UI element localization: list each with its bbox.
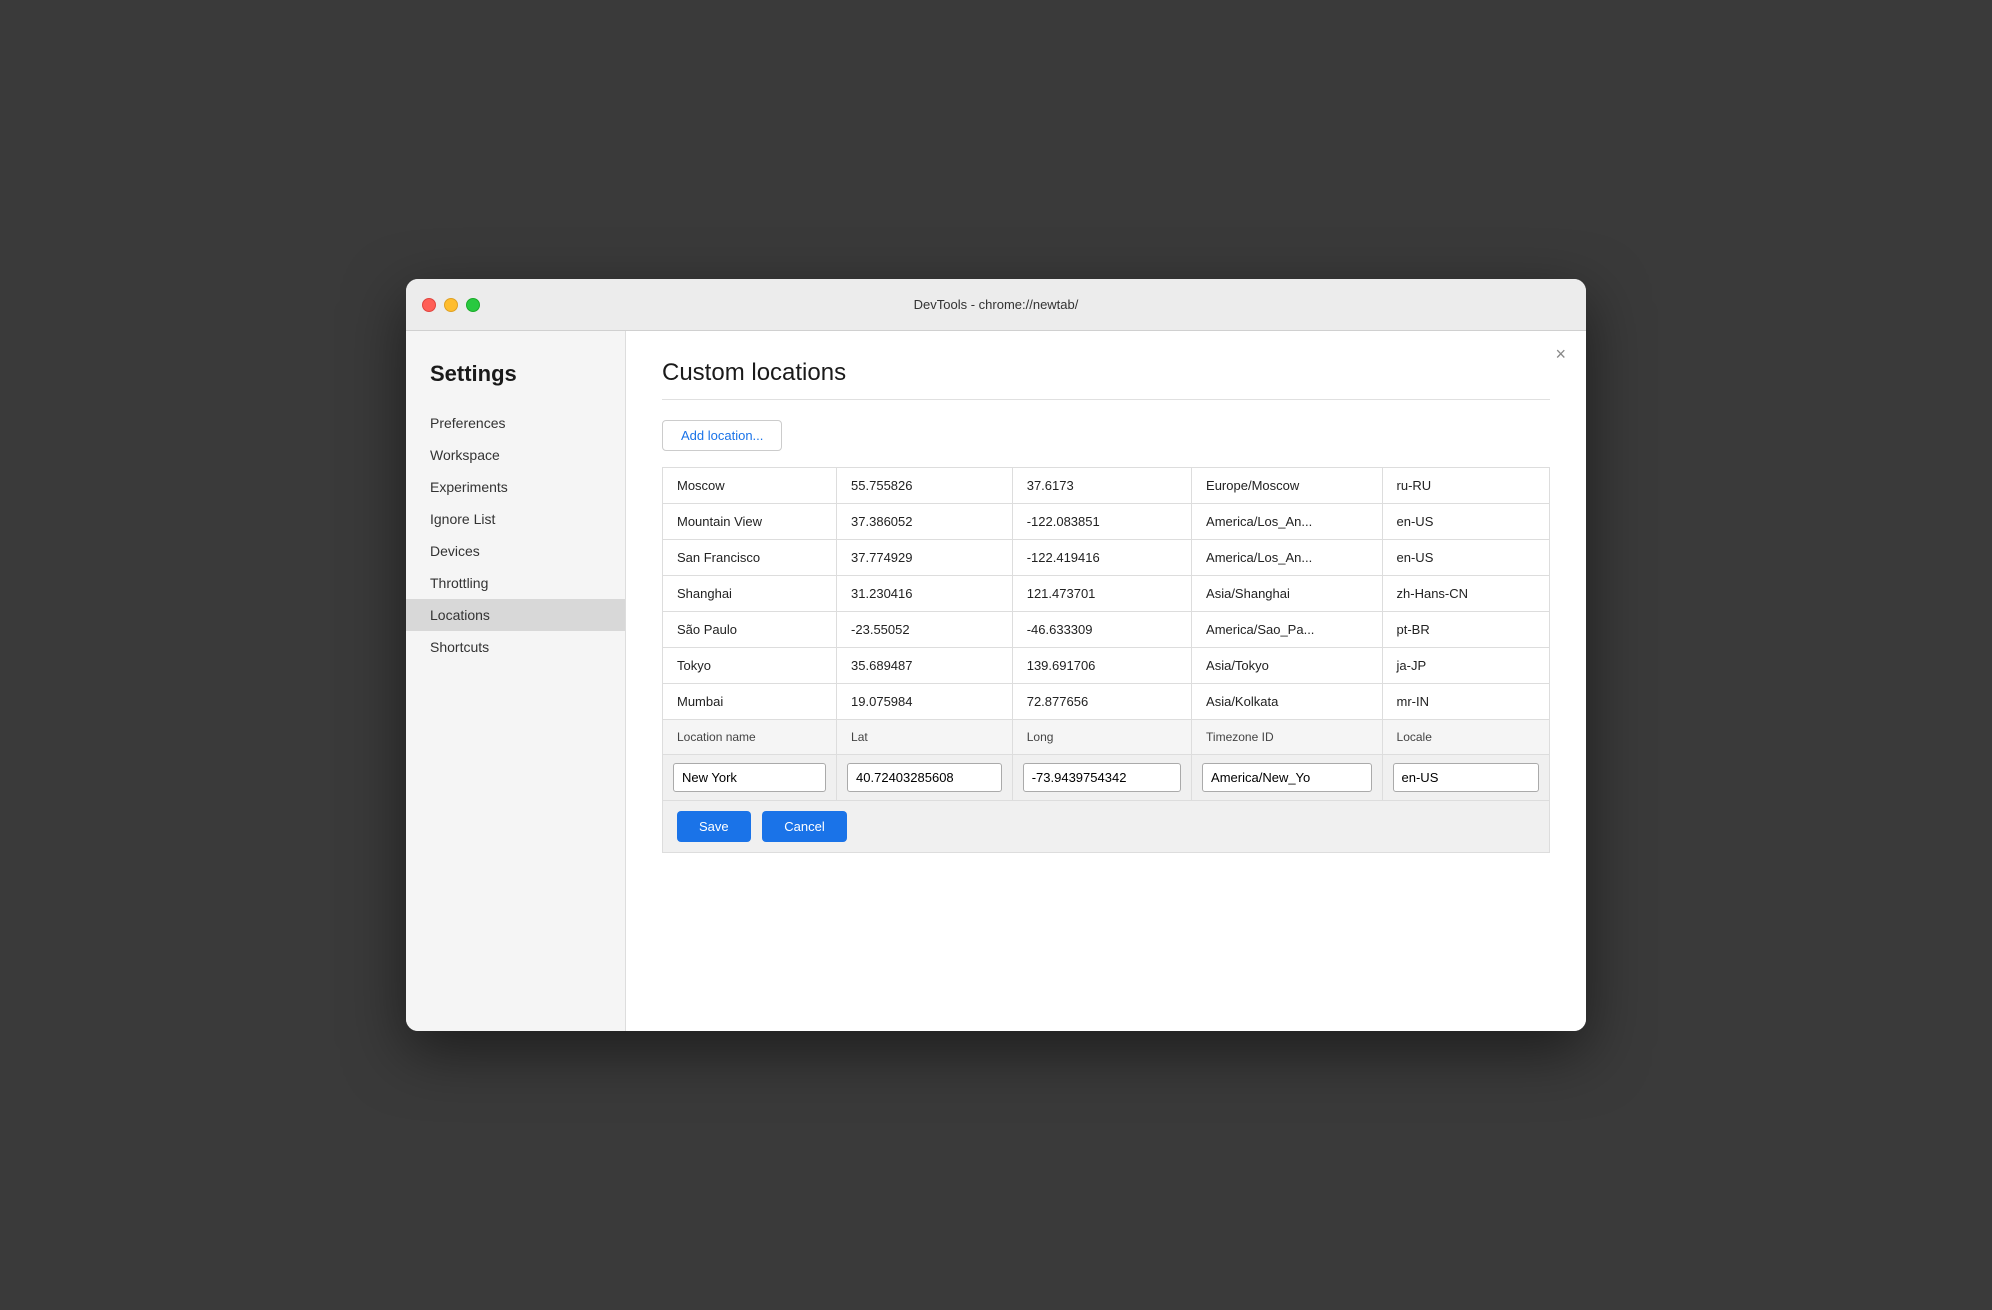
location-timezone: America/Los_An... (1192, 540, 1382, 576)
sidebar-item-locations[interactable]: Locations (406, 599, 625, 631)
save-button[interactable]: Save (677, 811, 751, 842)
divider (662, 399, 1550, 400)
location-timezone: America/Los_An... (1192, 504, 1382, 540)
location-timezone: Asia/Tokyo (1192, 648, 1382, 684)
cancel-button[interactable]: Cancel (762, 811, 846, 842)
location-long: 139.691706 (1012, 648, 1191, 684)
location-locale-cell (1382, 755, 1549, 801)
sidebar-item-preferences[interactable]: Preferences (406, 407, 625, 439)
location-name: Mountain View (663, 504, 837, 540)
table-row: São Paulo -23.55052 -46.633309 America/S… (663, 612, 1550, 648)
sidebar-item-throttling[interactable]: Throttling (406, 567, 625, 599)
form-header-row: Location name Lat Long Timezone ID Local… (663, 720, 1550, 755)
close-button[interactable]: × (1555, 345, 1566, 363)
minimize-traffic-light[interactable] (444, 298, 458, 312)
location-long: -122.083851 (1012, 504, 1191, 540)
location-lat: 31.230416 (837, 576, 1013, 612)
table-row: San Francisco 37.774929 -122.419416 Amer… (663, 540, 1550, 576)
location-locale: pt-BR (1382, 612, 1549, 648)
sidebar-item-ignore-list[interactable]: Ignore List (406, 503, 625, 535)
location-name-input[interactable] (673, 763, 826, 792)
location-lat-cell (837, 755, 1013, 801)
location-lat: 55.755826 (837, 468, 1013, 504)
sidebar-item-workspace[interactable]: Workspace (406, 439, 625, 471)
table-row: Shanghai 31.230416 121.473701 Asia/Shang… (663, 576, 1550, 612)
location-name: Mumbai (663, 684, 837, 720)
col-header-locale: Locale (1382, 720, 1549, 755)
col-header-long: Long (1012, 720, 1191, 755)
page-title: Custom locations (662, 359, 1550, 387)
location-locale: zh-Hans-CN (1382, 576, 1549, 612)
devtools-window: DevTools - chrome://newtab/ Settings Pre… (406, 279, 1586, 1031)
location-timezone: Asia/Shanghai (1192, 576, 1382, 612)
titlebar: DevTools - chrome://newtab/ (406, 279, 1586, 331)
maximize-traffic-light[interactable] (466, 298, 480, 312)
table-row: Mumbai 19.075984 72.877656 Asia/Kolkata … (663, 684, 1550, 720)
close-traffic-light[interactable] (422, 298, 436, 312)
location-name: Tokyo (663, 648, 837, 684)
new-location-input-row (663, 755, 1550, 801)
location-name-cell (663, 755, 837, 801)
traffic-lights (422, 298, 480, 312)
sidebar-heading: Settings (406, 351, 625, 407)
location-timezone: Europe/Moscow (1192, 468, 1382, 504)
location-lat-input[interactable] (847, 763, 1002, 792)
location-locale-input[interactable] (1393, 763, 1539, 792)
location-long: 121.473701 (1012, 576, 1191, 612)
location-locale: en-US (1382, 504, 1549, 540)
location-locale: ru-RU (1382, 468, 1549, 504)
main-content: × Custom locations Add location... Mosco… (626, 331, 1586, 1031)
location-long-cell (1012, 755, 1191, 801)
location-name: Moscow (663, 468, 837, 504)
location-locale: en-US (1382, 540, 1549, 576)
location-long: -122.419416 (1012, 540, 1191, 576)
table-row: Moscow 55.755826 37.6173 Europe/Moscow r… (663, 468, 1550, 504)
table-row: Mountain View 37.386052 -122.083851 Amer… (663, 504, 1550, 540)
location-lat: -23.55052 (837, 612, 1013, 648)
col-header-lat: Lat (837, 720, 1013, 755)
window-body: Settings Preferences Workspace Experimen… (406, 331, 1586, 1031)
location-long-input[interactable] (1023, 763, 1181, 792)
location-lat: 37.386052 (837, 504, 1013, 540)
action-row: Save Cancel (663, 801, 1550, 853)
location-timezone: America/Sao_Pa... (1192, 612, 1382, 648)
col-header-name: Location name (663, 720, 837, 755)
location-timezone-cell (1192, 755, 1382, 801)
window-title: DevTools - chrome://newtab/ (914, 297, 1079, 312)
sidebar-item-experiments[interactable]: Experiments (406, 471, 625, 503)
col-header-timezone: Timezone ID (1192, 720, 1382, 755)
action-cell: Save Cancel (663, 801, 1550, 853)
location-name: San Francisco (663, 540, 837, 576)
location-lat: 35.689487 (837, 648, 1013, 684)
location-long: 72.877656 (1012, 684, 1191, 720)
location-name: Shanghai (663, 576, 837, 612)
sidebar: Settings Preferences Workspace Experimen… (406, 331, 626, 1031)
location-name: São Paulo (663, 612, 837, 648)
location-locale: mr-IN (1382, 684, 1549, 720)
table-row: Tokyo 35.689487 139.691706 Asia/Tokyo ja… (663, 648, 1550, 684)
sidebar-item-devices[interactable]: Devices (406, 535, 625, 567)
location-long: -46.633309 (1012, 612, 1191, 648)
locations-table: Moscow 55.755826 37.6173 Europe/Moscow r… (662, 467, 1550, 853)
add-location-button[interactable]: Add location... (662, 420, 782, 451)
location-long: 37.6173 (1012, 468, 1191, 504)
location-timezone-input[interactable] (1202, 763, 1371, 792)
location-locale: ja-JP (1382, 648, 1549, 684)
location-lat: 19.075984 (837, 684, 1013, 720)
location-timezone: Asia/Kolkata (1192, 684, 1382, 720)
location-lat: 37.774929 (837, 540, 1013, 576)
sidebar-item-shortcuts[interactable]: Shortcuts (406, 631, 625, 663)
